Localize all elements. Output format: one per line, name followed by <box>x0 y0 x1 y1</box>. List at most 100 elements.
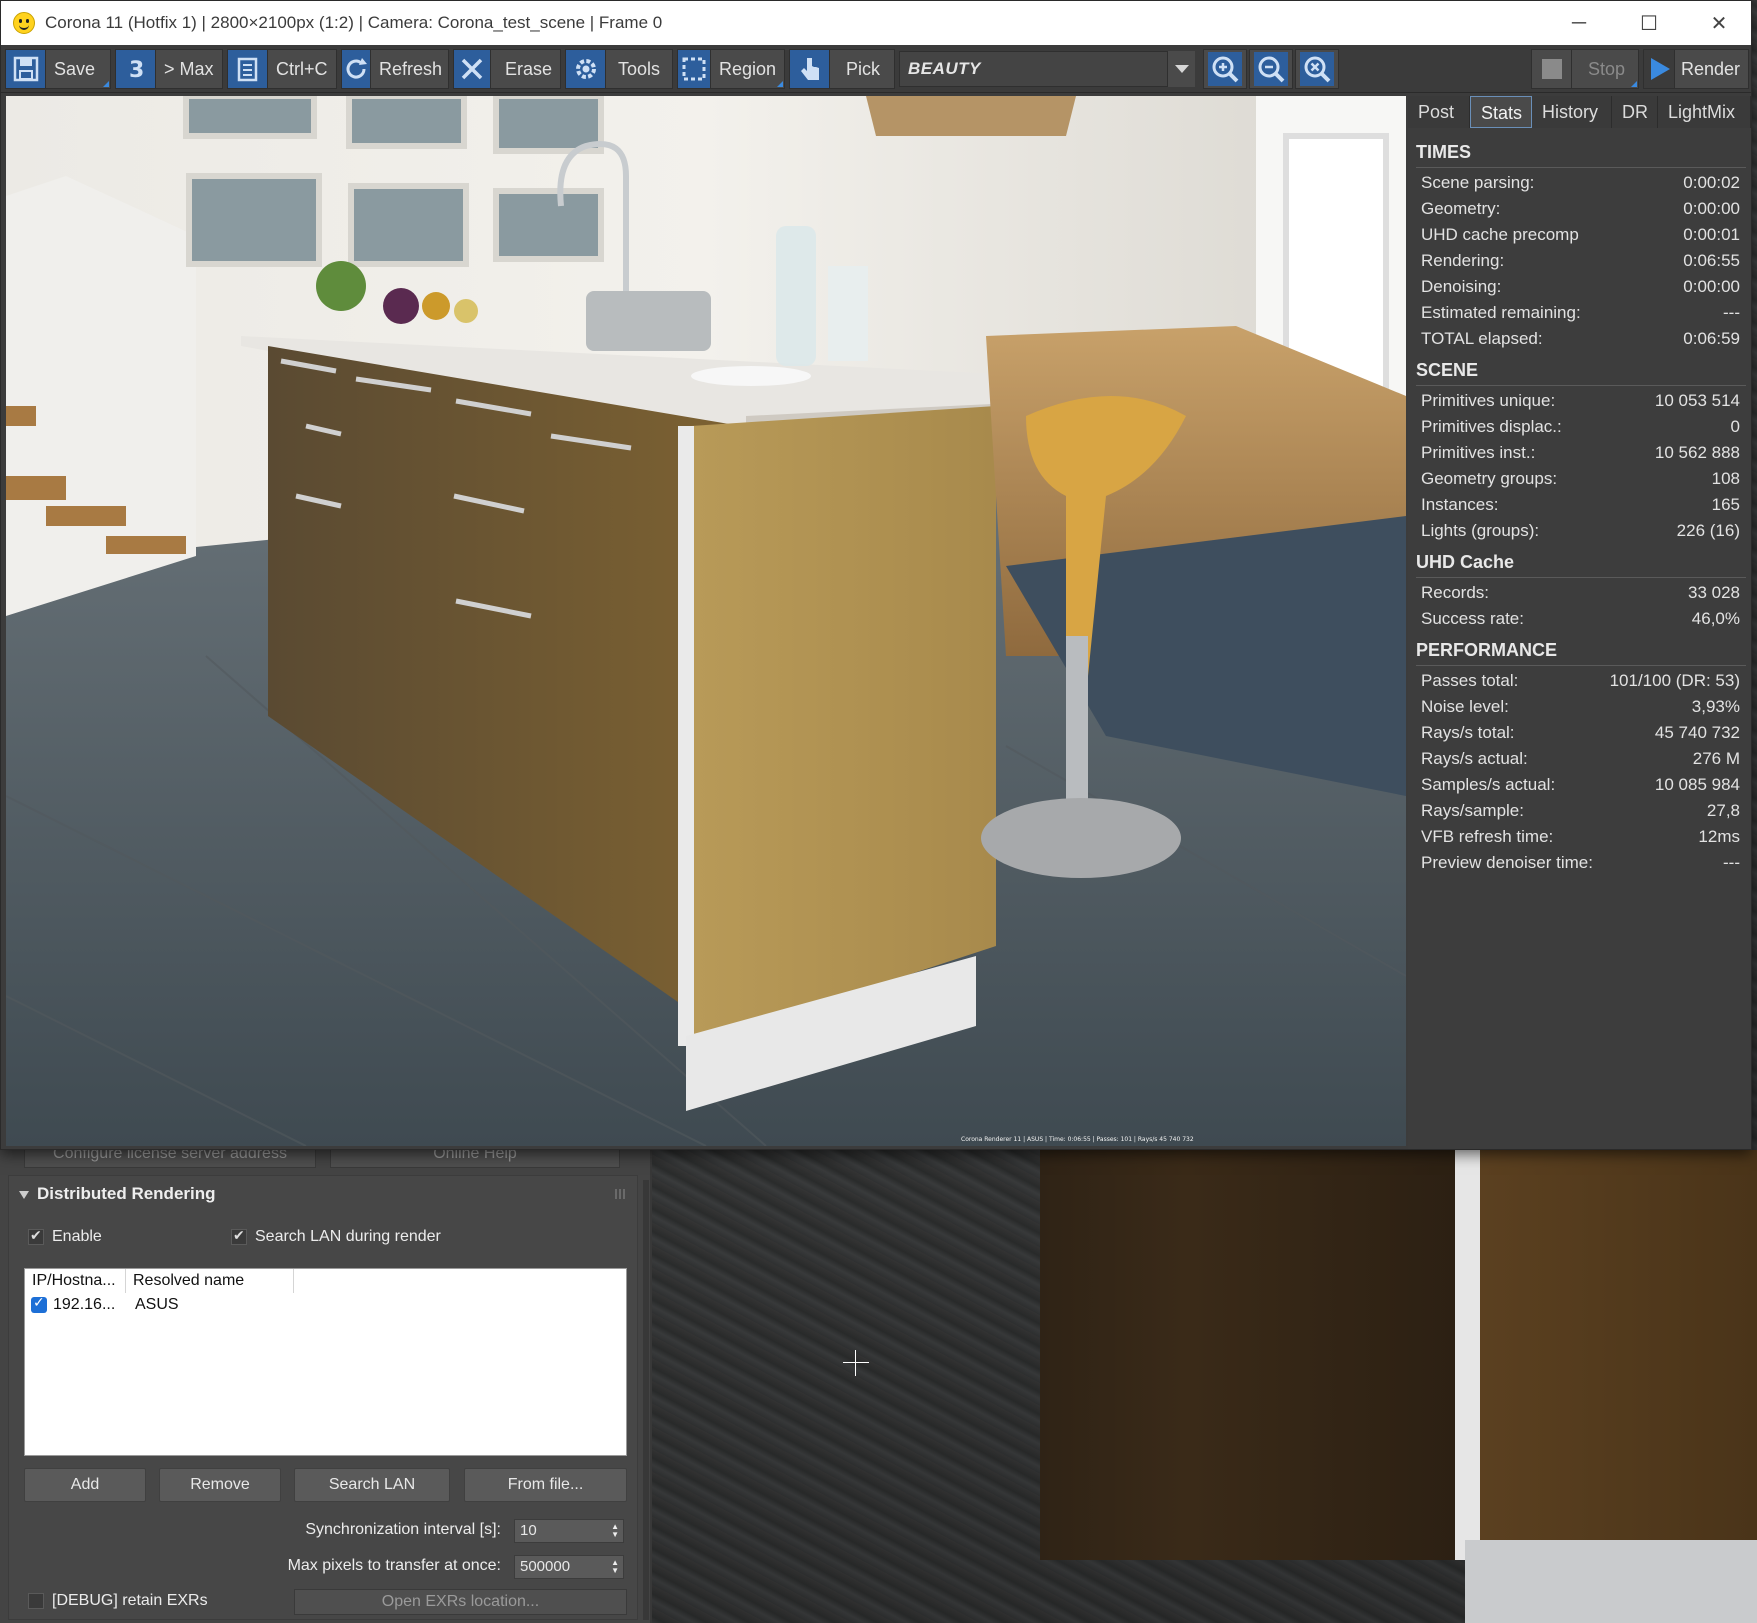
open-exrs-button[interactable]: Open EXRs location... <box>294 1589 627 1615</box>
region-label: Region <box>718 58 776 79</box>
refresh-label: Refresh <box>379 58 443 79</box>
spinner-arrows-icon[interactable]: ▲ ▼ <box>611 1559 619 1575</box>
stat-row: Estimated remaining: --- <box>1416 300 1746 326</box>
enable-checkbox[interactable] <box>28 1227 44 1245</box>
render-channel-select[interactable]: BEAUTY <box>899 51 1195 87</box>
debug-exr-row[interactable]: [DEBUG] retain EXRs <box>28 1592 208 1610</box>
pointing-hand-icon <box>790 50 830 88</box>
window-title: Corona 11 (Hotfix 1) | 2800×2100px (1:2)… <box>45 13 663 32</box>
copy-button[interactable]: Ctrl+C <box>227 49 337 89</box>
performance-heading: PERFORMANCE <box>1416 632 1746 666</box>
stat-value: 33 028 <box>1688 583 1740 602</box>
stat-value: 0:06:59 <box>1683 329 1740 348</box>
stat-row: Passes total: 101/100 (DR: 53) <box>1416 668 1746 694</box>
sync-interval-value: 10 <box>520 1522 537 1539</box>
stat-label: Estimated remaining: <box>1421 303 1581 322</box>
save-button[interactable]: Save <box>5 49 111 89</box>
pick-button[interactable]: Pick <box>789 49 895 89</box>
search-lan-checkbox-row[interactable]: Search LAN during render <box>231 1227 441 1246</box>
stat-row: VFB refresh time: 12ms <box>1416 824 1746 850</box>
tab-history[interactable]: History <box>1532 96 1612 128</box>
stat-value: 276 M <box>1692 749 1740 768</box>
tab-post[interactable]: Post <box>1408 96 1470 128</box>
region-button[interactable]: Region <box>677 49 785 89</box>
render-button[interactable]: Render <box>1643 49 1749 89</box>
stat-label: Lights (groups): <box>1421 521 1540 540</box>
max-pixels-label: Max pixels to transfer at once: <box>287 1557 501 1574</box>
from-file-button[interactable]: From file... <box>464 1468 627 1502</box>
search-lan-button[interactable]: Search LAN <box>294 1468 450 1502</box>
panel-scrollbar[interactable] <box>643 1180 649 1620</box>
stat-label: Rays/sample: <box>1421 801 1524 820</box>
refresh-button[interactable]: Refresh <box>341 49 449 89</box>
stat-value: --- <box>1723 853 1740 872</box>
stat-value: 46,0% <box>1691 609 1740 628</box>
spinner-arrows-icon[interactable]: ▲ ▼ <box>611 1523 619 1539</box>
rollout-header[interactable]: Distributed Rendering <box>19 1184 216 1204</box>
search-lan-label: Search LAN during render <box>255 1228 441 1245</box>
add-button[interactable]: Add <box>24 1468 146 1502</box>
minimize-button[interactable]: ─ <box>1549 1 1609 45</box>
stop-label: Stop <box>1588 58 1626 79</box>
tab-lightmix[interactable]: LightMix <box>1658 96 1751 128</box>
column-ip[interactable]: IP/Hostna... <box>25 1269 126 1293</box>
tab-dr[interactable]: DR <box>1612 96 1658 128</box>
list-item[interactable]: 192.16... ASUS <box>25 1293 626 1317</box>
stat-value: 45 740 732 <box>1654 723 1740 742</box>
distributed-rendering-rollout: Distributed Rendering Enable Search LAN … <box>8 1175 638 1620</box>
stat-label: Success rate: <box>1421 609 1524 628</box>
sync-interval-spinner[interactable]: 10 ▲ ▼ <box>514 1519 624 1543</box>
list-header: IP/Hostna... Resolved name <box>25 1269 626 1293</box>
stat-row: Primitives displac.: 0 <box>1416 414 1746 440</box>
maximize-button[interactable]: ☐ <box>1619 1 1679 45</box>
stat-value: 10 085 984 <box>1654 775 1740 794</box>
stop-square-icon <box>1532 50 1572 88</box>
zoom-in-button[interactable] <box>1203 49 1247 89</box>
stat-row: Preview denoiser time: --- <box>1416 850 1746 876</box>
zoom-out-button[interactable] <box>1249 49 1293 89</box>
stat-label: Primitives inst.: <box>1421 443 1536 462</box>
max-pixels-spinner[interactable]: 500000 ▲ ▼ <box>514 1555 624 1579</box>
chevron-down-icon[interactable] <box>1167 51 1195 87</box>
erase-button[interactable]: Erase <box>453 49 561 89</box>
server-name: ASUS <box>135 1296 179 1313</box>
enable-checkbox-row[interactable]: Enable <box>28 1227 102 1246</box>
enable-label: Enable <box>52 1228 102 1245</box>
stat-value: --- <box>1723 303 1740 322</box>
gear-icon <box>566 50 606 88</box>
zoom-fit-button[interactable] <box>1295 49 1339 89</box>
stat-value: 3,93% <box>1691 697 1740 716</box>
stat-label: TOTAL elapsed: <box>1421 329 1543 348</box>
rollout-grip-icon[interactable] <box>615 1189 625 1199</box>
remove-button[interactable]: Remove <box>159 1468 281 1502</box>
column-resolved-name[interactable]: Resolved name <box>126 1269 294 1293</box>
tools-button[interactable]: Tools <box>565 49 673 89</box>
stop-button[interactable]: Stop <box>1531 49 1639 89</box>
max-pixels-value: 500000 <box>520 1558 571 1575</box>
stat-row: Denoising: 0:00:00 <box>1416 274 1746 300</box>
region-select-icon <box>678 50 711 88</box>
rendered-image[interactable]: Corona Renderer 11 | ASUS | Time: 0:06:5… <box>6 96 1406 1146</box>
debug-exr-checkbox[interactable] <box>28 1593 44 1609</box>
viewport-cabinet <box>1040 1150 1460 1560</box>
zoom-out-icon <box>1254 52 1288 86</box>
close-button[interactable]: ✕ <box>1689 1 1749 45</box>
server-list[interactable]: IP/Hostna... Resolved name 192.16... ASU… <box>24 1268 627 1456</box>
title-bar[interactable]: Corona 11 (Hotfix 1) | 2800×2100px (1:2)… <box>1 1 1751 45</box>
server-checkbox[interactable] <box>31 1294 47 1313</box>
search-lan-checkbox[interactable] <box>231 1227 247 1245</box>
stat-label: Rendering: <box>1421 251 1505 270</box>
stat-row: Records: 33 028 <box>1416 580 1746 606</box>
send-to-max-button[interactable]: 3 > Max <box>115 49 223 89</box>
stat-value: 0:00:01 <box>1683 225 1740 244</box>
stat-row: Geometry groups: 108 <box>1416 466 1746 492</box>
vfb-toolbar: Save 3 > Max Ctrl+C Refresh Erase Tools … <box>1 45 1751 93</box>
dropdown-corner-icon <box>103 81 109 87</box>
svg-text:3: 3 <box>129 58 144 83</box>
render-stamp: Corona Renderer 11 | ASUS | Time: 0:06:5… <box>961 1136 1194 1143</box>
stat-label: Geometry groups: <box>1421 469 1558 488</box>
stat-row: Rays/s total: 45 740 732 <box>1416 720 1746 746</box>
tab-stats[interactable]: Stats <box>1470 96 1532 128</box>
debug-exr-label: [DEBUG] retain EXRs <box>52 1592 208 1609</box>
stat-row: Samples/s actual: 10 085 984 <box>1416 772 1746 798</box>
